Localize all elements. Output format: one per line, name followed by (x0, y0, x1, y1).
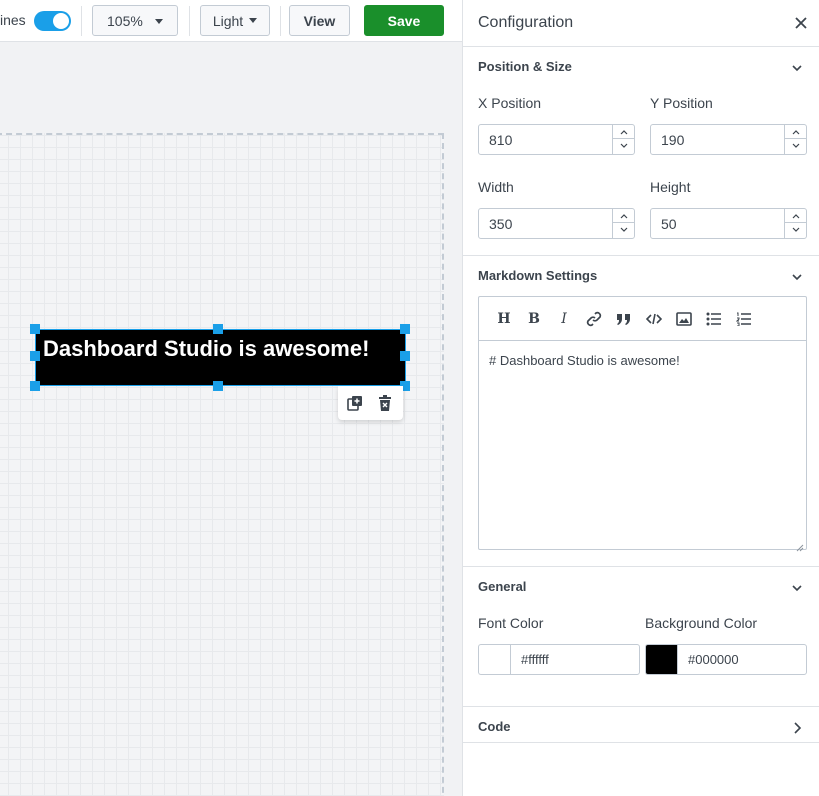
close-icon[interactable] (794, 16, 808, 30)
quote-icon[interactable] (615, 311, 633, 327)
canvas-area: ines 105% Light View Save Dashboard Stud… (0, 0, 462, 796)
link-icon[interactable] (585, 311, 603, 327)
dashboard-canvas[interactable] (0, 133, 444, 796)
x-position-stepper (612, 125, 634, 154)
view-button[interactable]: View (289, 5, 350, 36)
bullet-list-icon[interactable] (705, 311, 723, 327)
font-color-input[interactable] (511, 645, 639, 674)
background-color-hex-field (677, 644, 807, 675)
divider (463, 566, 819, 567)
divider (463, 46, 819, 47)
chevron-down-icon[interactable] (785, 223, 806, 237)
markdown-toolbar: H B I (479, 297, 806, 341)
resize-handle-bottom-left[interactable] (30, 381, 40, 391)
chevron-up-icon[interactable] (785, 125, 806, 139)
theme-value: Light (212, 12, 244, 29)
chevron-up-icon[interactable] (613, 125, 634, 139)
x-position-input[interactable] (479, 125, 612, 154)
width-field (478, 208, 635, 239)
y-position-stepper (784, 125, 806, 154)
toolbar-divider (189, 6, 190, 36)
divider (463, 255, 819, 256)
image-icon[interactable] (675, 311, 693, 327)
width-input[interactable] (479, 209, 612, 238)
chevron-down-icon[interactable] (790, 61, 804, 75)
chevron-up-icon[interactable] (785, 209, 806, 223)
section-title-general: General (478, 579, 527, 594)
resize-handle-bottom[interactable] (213, 381, 223, 391)
font-color-picker (478, 644, 640, 675)
background-color-picker (645, 644, 807, 675)
height-input[interactable] (651, 209, 784, 238)
chevron-down-icon[interactable] (790, 270, 804, 284)
zoom-value: 105% (107, 12, 143, 29)
font-color-hex-field (510, 644, 640, 675)
y-position-input[interactable] (651, 125, 784, 154)
resize-handle-top[interactable] (213, 324, 223, 334)
resize-handle-top-right[interactable] (400, 324, 410, 334)
theme-dropdown[interactable]: Light (200, 5, 270, 36)
gridlines-label: ines (0, 12, 26, 28)
trash-icon[interactable] (376, 394, 394, 412)
resize-handle-left[interactable] (30, 351, 40, 361)
chevron-up-icon[interactable] (613, 209, 634, 223)
height-stepper (784, 209, 806, 238)
x-position-label: X Position (478, 95, 542, 111)
resize-handle-top-left[interactable] (30, 324, 40, 334)
chevron-down-icon[interactable] (790, 581, 804, 595)
caret-down-icon (249, 18, 258, 23)
italic-icon[interactable]: I (555, 311, 573, 327)
height-label: Height (650, 179, 691, 195)
chevron-down-icon[interactable] (785, 139, 806, 153)
caret-down-icon (155, 19, 163, 24)
font-color-swatch[interactable] (478, 644, 511, 675)
gridlines-toggle[interactable] (34, 11, 71, 31)
background-color-input[interactable] (678, 645, 806, 674)
font-color-label: Font Color (478, 615, 544, 631)
y-position-label: Y Position (650, 95, 713, 111)
editor-toolbar: ines 105% Light View Save (0, 0, 462, 42)
heading-icon[interactable]: H (495, 311, 513, 327)
resize-grip-icon[interactable] (796, 539, 804, 552)
section-title-code: Code (478, 719, 511, 734)
background-color-swatch[interactable] (645, 644, 678, 675)
toggle-knob (53, 13, 69, 29)
save-button[interactable]: Save (364, 5, 444, 36)
divider (463, 706, 819, 707)
toolbar-divider (280, 6, 281, 36)
resize-handle-right[interactable] (400, 351, 410, 361)
width-stepper (612, 209, 634, 238)
height-field (650, 208, 807, 239)
markdown-content: # Dashboard Studio is awesome! (489, 353, 680, 368)
chevron-down-icon[interactable] (613, 223, 634, 237)
markdown-visualization[interactable]: Dashboard Studio is awesome! (35, 329, 406, 386)
section-title-position-size: Position & Size (478, 59, 572, 74)
code-icon[interactable] (645, 311, 663, 327)
y-position-field (650, 124, 807, 155)
bold-icon[interactable]: B (525, 311, 543, 327)
configuration-panel: Configuration Position & Size X Position… (462, 0, 819, 796)
divider (463, 742, 819, 743)
chevron-down-icon[interactable] (613, 139, 634, 153)
markdown-editor[interactable]: H B I # Dashboard Studio is awesome! (478, 296, 807, 552)
x-position-field (478, 124, 635, 155)
zoom-dropdown[interactable]: 105% (92, 5, 178, 36)
section-title-markdown-settings: Markdown Settings (478, 268, 598, 283)
width-label: Width (478, 179, 514, 195)
numbered-list-icon[interactable] (735, 311, 753, 327)
markdown-viz-text: Dashboard Studio is awesome! (43, 336, 370, 361)
background-color-label: Background Color (645, 615, 758, 631)
toolbar-divider (81, 6, 82, 36)
chevron-right-icon[interactable] (790, 721, 804, 735)
viz-action-bar (338, 386, 403, 420)
clone-icon[interactable] (346, 394, 364, 412)
panel-title: Configuration (478, 14, 574, 31)
